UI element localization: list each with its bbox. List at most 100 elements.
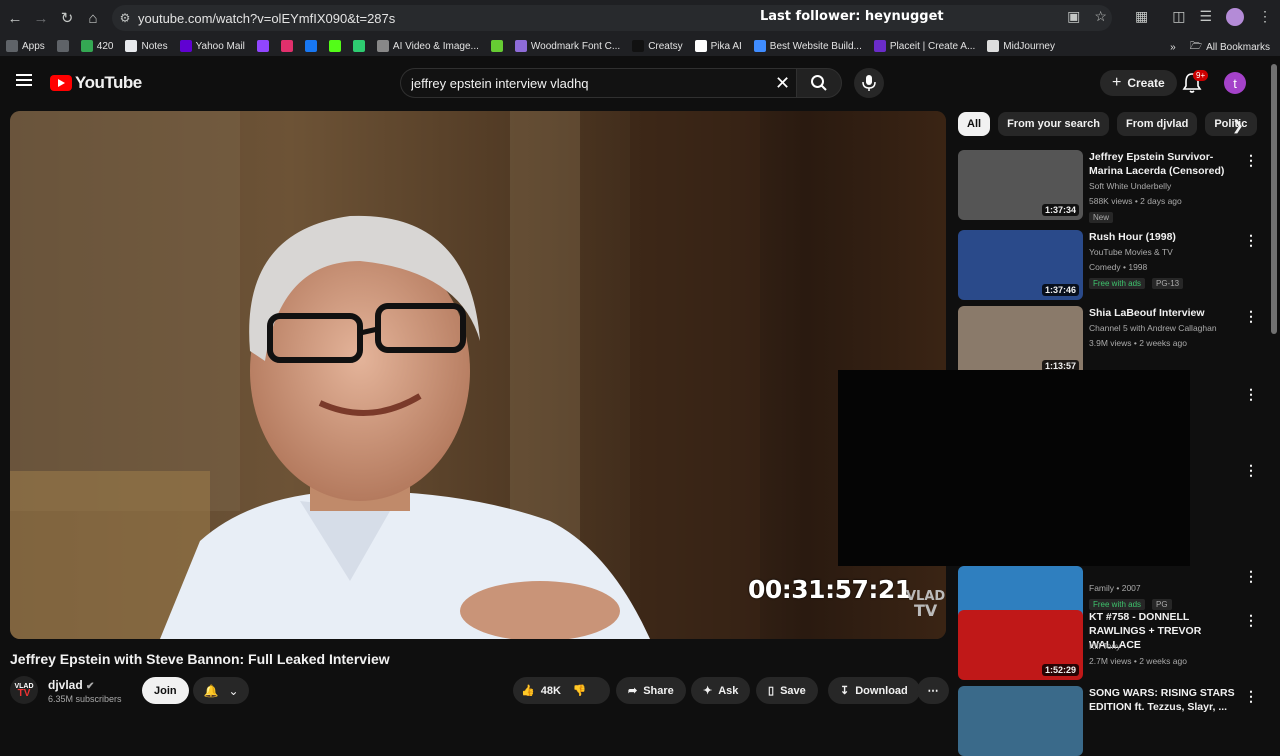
all-bookmarks-label: All Bookmarks [1206, 42, 1270, 53]
bookmark-item[interactable] [304, 40, 317, 52]
bookmark-item[interactable]: AI Video & Image... [376, 40, 479, 52]
download-icon: ↧ [840, 685, 850, 697]
create-button[interactable]: + Create [1100, 70, 1177, 96]
account-avatar[interactable]: t [1224, 72, 1246, 94]
recommendation-channel[interactable]: Soft White Underbelly [1089, 181, 1171, 191]
bookmark-item[interactable]: Placeit | Create A... [873, 40, 975, 52]
menu-icon[interactable] [16, 74, 32, 86]
search-button[interactable] [796, 68, 842, 98]
bookmark-item[interactable]: Creatsy [632, 40, 683, 52]
voice-search-button[interactable] [854, 68, 884, 98]
recommendation-title[interactable]: SONG WARS: RISING STARS EDITION ft. Tezz… [1089, 686, 1239, 714]
address-url[interactable]: youtube.com/watch?v=olEYmfIX090&t=287s [138, 11, 395, 26]
bookmark-item[interactable]: Apps [6, 40, 45, 52]
bookmark-label: Best Website Build... [769, 40, 862, 52]
bookmark-item[interactable]: MidJourney [987, 40, 1055, 52]
video-player[interactable] [10, 111, 946, 639]
more-options-icon[interactable]: ⋮ [1244, 386, 1258, 403]
bookmark-item[interactable] [280, 40, 293, 52]
bookmark-item[interactable]: Yahoo Mail [179, 40, 245, 52]
subscription-bell-button[interactable]: 🔔 ⌄ [193, 677, 249, 704]
extensions-icon[interactable]: ▦ [1135, 8, 1148, 26]
channel-avatar[interactable]: VLAD TV [10, 676, 38, 704]
video-thumbnail[interactable]: 1:37:46 [958, 230, 1083, 300]
more-options-icon[interactable]: ⋮ [1244, 462, 1258, 479]
home-icon[interactable]: ⌂ [82, 7, 104, 29]
menu-kebab-icon[interactable]: ⋮ [1258, 8, 1272, 26]
recommendation-channel[interactable]: YouTube Movies & TV [1089, 247, 1173, 257]
video-thumbnail[interactable] [958, 686, 1083, 756]
search-box[interactable] [400, 68, 796, 98]
bookmark-label: 420 [96, 40, 114, 52]
more-options-icon[interactable]: ⋮ [1244, 308, 1258, 325]
duration-badge: 1:37:46 [1041, 284, 1079, 296]
ask-label: Ask [718, 684, 739, 697]
sidepanel-icon[interactable]: ◫ [1172, 8, 1185, 26]
bookmark-label: Apps [22, 40, 45, 52]
more-options-icon[interactable]: ⋮ [1244, 152, 1258, 169]
bookmark-favicon-icon [280, 40, 293, 52]
bookmark-item[interactable]: Pika AI [694, 40, 742, 52]
media-icon[interactable]: ☰ [1199, 8, 1212, 26]
bookmark-item[interactable] [490, 40, 503, 52]
profile-avatar[interactable] [1226, 8, 1244, 26]
video-thumbnail[interactable]: 1:52:29 [958, 610, 1083, 680]
bookmark-item[interactable] [56, 40, 69, 52]
share-button[interactable]: ➦ Share [616, 677, 686, 704]
bookmark-item[interactable]: Woodmark Font C... [514, 40, 620, 52]
install-app-icon[interactable]: ▣ [1067, 8, 1080, 26]
reload-icon[interactable]: ↻ [56, 7, 78, 29]
recommendation-title[interactable]: Jeffrey Epstein Survivor-Marina Lacerda … [1089, 150, 1239, 178]
ask-button[interactable]: ✦ Ask [691, 677, 751, 704]
bookmark-favicon-icon [6, 40, 18, 52]
scrollbar[interactable] [1271, 64, 1277, 334]
channel-name[interactable]: djvlad ✔ [48, 678, 94, 692]
video-thumbnail[interactable]: 1:37:34 [958, 150, 1083, 220]
like-button[interactable]: 👍 48K [521, 684, 561, 698]
bookmark-item[interactable]: Best Website Build... [753, 40, 862, 52]
bookmark-item[interactable] [328, 40, 341, 52]
download-button[interactable]: ↧ Download [828, 677, 920, 704]
dark-overlay [838, 370, 1190, 566]
more-bookmarks-icon[interactable]: » [1170, 42, 1176, 53]
forward-icon[interactable]: → [30, 7, 52, 29]
recommendation-title[interactable]: Shia LaBeouf Interview [1089, 306, 1239, 320]
recommendation-title[interactable]: Rush Hour (1998) [1089, 230, 1239, 244]
address-bar[interactable]: ⚙ youtube.com/watch?v=olEYmfIX090&t=287s [112, 5, 1112, 31]
like-count: 48K [540, 684, 561, 697]
duration-badge: 1:52:29 [1041, 664, 1079, 676]
join-button[interactable]: Join [142, 677, 189, 704]
mic-icon [862, 75, 876, 91]
youtube-logo[interactable]: YouTube [50, 73, 142, 93]
chip-from-channel[interactable]: From djvlad [1116, 112, 1198, 136]
chip-from-search[interactable]: From your search [998, 112, 1109, 136]
plus-icon: + [1112, 74, 1122, 91]
all-bookmarks[interactable]: 🗁 All Bookmarks [1190, 39, 1270, 56]
bookmark-item[interactable]: 420 [80, 40, 114, 52]
more-actions-button[interactable]: ⋯ [917, 677, 949, 704]
more-icon: ⋯ [927, 685, 939, 697]
more-options-icon[interactable]: ⋮ [1244, 688, 1258, 705]
site-info-icon[interactable]: ⚙ [112, 11, 138, 25]
notification-badge: 9+ [1193, 70, 1209, 81]
recommendation-channel[interactable]: Channel 5 with Andrew Callaghan [1089, 323, 1217, 333]
video-frame [10, 111, 946, 639]
chip-all[interactable]: All [958, 112, 991, 136]
more-options-icon[interactable]: ⋮ [1244, 612, 1258, 629]
bookmark-star-icon[interactable]: ☆ [1094, 8, 1107, 26]
bookmark-item[interactable] [256, 40, 269, 52]
back-icon[interactable]: ← [4, 7, 26, 29]
dislike-button[interactable]: 👎 [573, 684, 587, 697]
save-button[interactable]: ▯ Save [756, 677, 818, 704]
more-options-icon[interactable]: ⋮ [1244, 568, 1258, 585]
recommendation-channel[interactable]: Kill Tony [1089, 641, 1121, 651]
bookmark-item[interactable] [352, 40, 365, 52]
more-options-icon[interactable]: ⋮ [1244, 232, 1258, 249]
watermark: VLAD TV [906, 590, 945, 619]
clear-search-icon[interactable]: ✕ [775, 73, 790, 94]
search-input[interactable] [411, 75, 761, 91]
bookmark-item[interactable]: Notes [125, 40, 168, 52]
chevron-right-icon[interactable]: ❯ [1232, 117, 1244, 134]
video-thumbnail[interactable]: 1:13:57 [958, 306, 1083, 376]
thumbs-up-icon: 👍 [521, 685, 535, 697]
